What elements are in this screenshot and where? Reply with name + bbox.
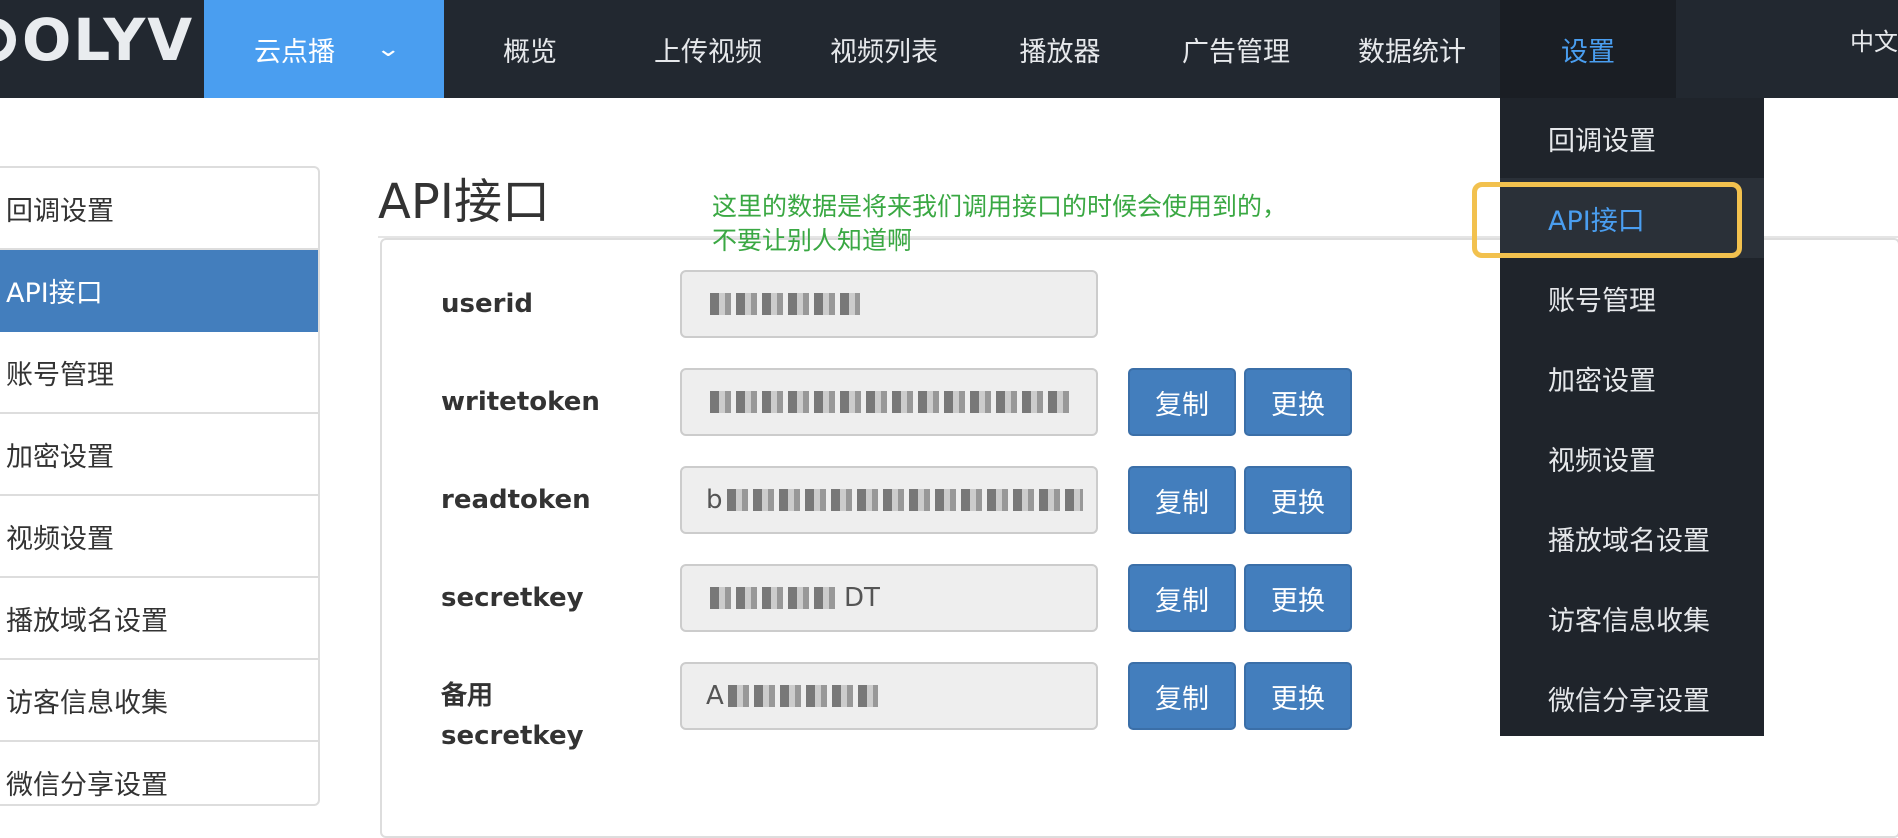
nav-settings-label: 设置 <box>1561 36 1615 68</box>
secretkey-change-button[interactable]: 更换 <box>1244 564 1352 632</box>
readtoken-visible-prefix: b <box>706 485 723 515</box>
dropdown-item-account[interactable]: 账号管理 <box>1500 258 1764 338</box>
sidebar-item-video-settings[interactable]: 视频设置 <box>0 496 318 578</box>
nav-video-list-label: 视频列表 <box>830 36 938 68</box>
nav-ad-management[interactable]: 广告管理 <box>1166 0 1306 98</box>
writetoken-copy-button[interactable]: 复制 <box>1128 368 1236 436</box>
writetoken-field[interactable] <box>680 368 1098 436</box>
backup-secretkey-field[interactable]: A <box>680 662 1098 730</box>
backup-secretkey-change-button[interactable]: 更换 <box>1244 662 1352 730</box>
nav-player[interactable]: 播放器 <box>1000 0 1120 98</box>
userid-field[interactable] <box>680 270 1098 338</box>
backup-secretkey-copy-button[interactable]: 复制 <box>1128 662 1236 730</box>
readtoken-change-button[interactable]: 更换 <box>1244 466 1352 534</box>
dropdown-item-callback[interactable]: 回调设置 <box>1500 98 1764 178</box>
nav-overview[interactable]: 概览 <box>470 0 590 98</box>
annotation-note: 这里的数据是将来我们调用接口的时候会使用到的， 不要让别人知道啊 <box>712 190 1432 258</box>
dropdown-item-video-settings[interactable]: 视频设置 <box>1500 418 1764 498</box>
secretkey-label: secretkey <box>441 583 584 613</box>
readtoken-copy-button[interactable]: 复制 <box>1128 466 1236 534</box>
nav-settings[interactable]: 设置 <box>1500 0 1676 98</box>
dropdown-item-wechat-share[interactable]: 微信分享设置 <box>1500 658 1764 738</box>
nav-video-list[interactable]: 视频列表 <box>816 0 952 98</box>
chevron-down-icon: ⌄ <box>375 36 402 62</box>
backup-secretkey-label-line2: secretkey <box>441 721 584 751</box>
nav-player-label: 播放器 <box>1019 36 1101 68</box>
masked-value <box>710 293 860 315</box>
nav-upload-video[interactable]: 上传视频 <box>640 0 776 98</box>
backup-secretkey-label-line1: 备用 <box>441 681 494 711</box>
masked-value <box>710 587 840 609</box>
secretkey-copy-button[interactable]: 复制 <box>1128 564 1236 632</box>
annotation-line-2: 不要让别人知道啊 <box>712 226 913 255</box>
dropdown-item-visitor-info[interactable]: 访客信息收集 <box>1500 578 1764 658</box>
annotation-line-1: 这里的数据是将来我们调用接口的时候会使用到的， <box>712 192 1288 221</box>
sidebar-item-callback[interactable]: 回调设置 <box>0 168 318 250</box>
userid-label: userid <box>441 289 533 319</box>
logo-text: OLYV <box>22 6 195 74</box>
nav-upload-video-label: 上传视频 <box>654 36 762 68</box>
product-switcher[interactable]: 云点播 ⌄ <box>204 0 444 98</box>
nav-overview-label: 概览 <box>503 36 557 68</box>
masked-value <box>710 391 1072 413</box>
secretkey-visible-suffix: DT <box>844 583 880 613</box>
writetoken-label: writetoken <box>441 387 600 417</box>
nav-statistics[interactable]: 数据统计 <box>1342 0 1482 98</box>
sidebar-item-play-domain[interactable]: 播放域名设置 <box>0 578 318 660</box>
readtoken-field[interactable]: b <box>680 466 1098 534</box>
sidebar-item-api[interactable]: API接口 <box>0 250 318 332</box>
masked-value <box>727 685 878 707</box>
sidebar-item-wechat-share[interactable]: 微信分享设置 <box>0 742 318 804</box>
writetoken-change-button[interactable]: 更换 <box>1244 368 1352 436</box>
settings-sidebar: 回调设置 API接口 账号管理 加密设置 视频设置 播放域名设置 访客信息收集 … <box>0 166 320 806</box>
sidebar-item-visitor-info[interactable]: 访客信息收集 <box>0 660 318 742</box>
masked-value <box>726 489 1083 511</box>
sidebar-item-account[interactable]: 账号管理 <box>0 332 318 414</box>
nav-statistics-label: 数据统计 <box>1358 36 1466 68</box>
dropdown-item-play-domain[interactable]: 播放域名设置 <box>1500 498 1764 578</box>
sidebar-item-encryption[interactable]: 加密设置 <box>0 414 318 496</box>
nav-ad-management-label: 广告管理 <box>1182 36 1290 68</box>
backup-secretkey-visible-prefix: A <box>706 681 724 711</box>
highlight-box <box>1472 182 1742 258</box>
readtoken-label: readtoken <box>441 485 591 515</box>
dropdown-item-encryption[interactable]: 加密设置 <box>1500 338 1764 418</box>
logo-ring-icon <box>0 18 16 62</box>
logo[interactable]: OLYV <box>0 6 194 74</box>
product-label: 云点播 <box>254 36 335 68</box>
page-title: API接口 <box>378 174 550 230</box>
language-switch[interactable]: 中文 <box>1850 22 1898 57</box>
top-navbar: OLYV 云点播 ⌄ 概览 上传视频 视频列表 播放器 广告管理 数据统计 设置… <box>0 0 1898 98</box>
secretkey-field[interactable]: DT <box>680 564 1098 632</box>
